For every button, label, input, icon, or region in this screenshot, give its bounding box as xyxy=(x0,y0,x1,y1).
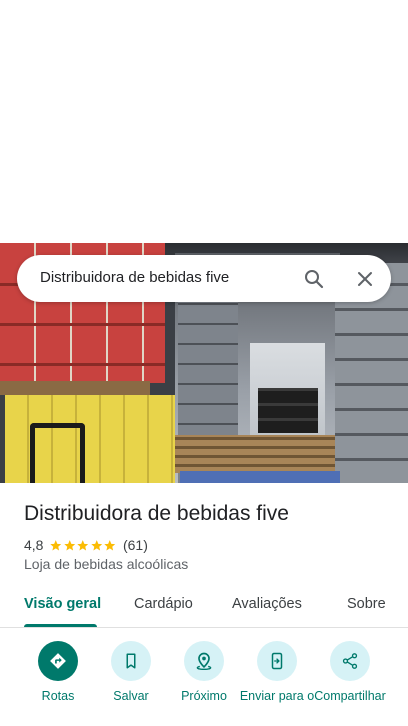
action-label: Salvar xyxy=(113,689,149,703)
directions-icon xyxy=(38,641,78,681)
search-bar[interactable]: Distribuidora de bebidas five xyxy=(17,255,391,302)
search-icon[interactable] xyxy=(302,267,326,291)
rating-value: 4,8 xyxy=(24,537,44,553)
place-category: Loja de bebidas alcoólicas xyxy=(24,556,189,572)
share-icon xyxy=(330,641,370,681)
send-to-phone-button[interactable]: Enviar para o xyxy=(238,641,316,703)
place-title: Distribuidora de bebidas five xyxy=(24,502,289,525)
star-icon xyxy=(104,539,116,550)
save-button[interactable]: Salvar xyxy=(92,641,170,703)
tab-bar: Visão geral Cardápio Avaliações Sobre xyxy=(0,584,408,627)
star-icon xyxy=(77,539,89,550)
blank-area xyxy=(0,0,408,243)
directions-button[interactable]: Rotas xyxy=(19,641,97,703)
tab-reviews[interactable]: Avaliações xyxy=(232,596,302,612)
action-label: Compartilhar xyxy=(314,689,386,703)
divider xyxy=(0,627,408,628)
tab-about[interactable]: Sobre xyxy=(347,596,386,612)
action-label: Enviar para o xyxy=(239,689,315,703)
photo-pallet xyxy=(0,381,150,395)
star-icon xyxy=(91,539,103,550)
photo-pallet xyxy=(175,435,335,473)
photo-pallet-jack xyxy=(30,423,85,483)
search-input[interactable]: Distribuidora de bebidas five xyxy=(40,269,229,286)
action-label: Rotas xyxy=(41,689,75,703)
star-icon xyxy=(50,539,62,550)
bookmark-icon xyxy=(111,641,151,681)
action-label: Próximo xyxy=(181,689,227,703)
share-button[interactable]: Compartilhar xyxy=(311,641,389,703)
tab-overview[interactable]: Visão geral xyxy=(24,596,101,612)
star-rating xyxy=(49,539,117,552)
review-count: (61) xyxy=(122,537,148,553)
star-icon xyxy=(64,539,76,550)
tab-menu[interactable]: Cardápio xyxy=(134,596,193,612)
send-to-phone-icon xyxy=(257,641,297,681)
close-icon[interactable] xyxy=(353,267,377,291)
nearby-icon xyxy=(184,641,224,681)
nearby-button[interactable]: Próximo xyxy=(165,641,243,703)
photo-tires xyxy=(258,388,318,433)
rating-row[interactable]: 4,8 (61) xyxy=(24,536,148,554)
photo-floor xyxy=(180,471,340,483)
